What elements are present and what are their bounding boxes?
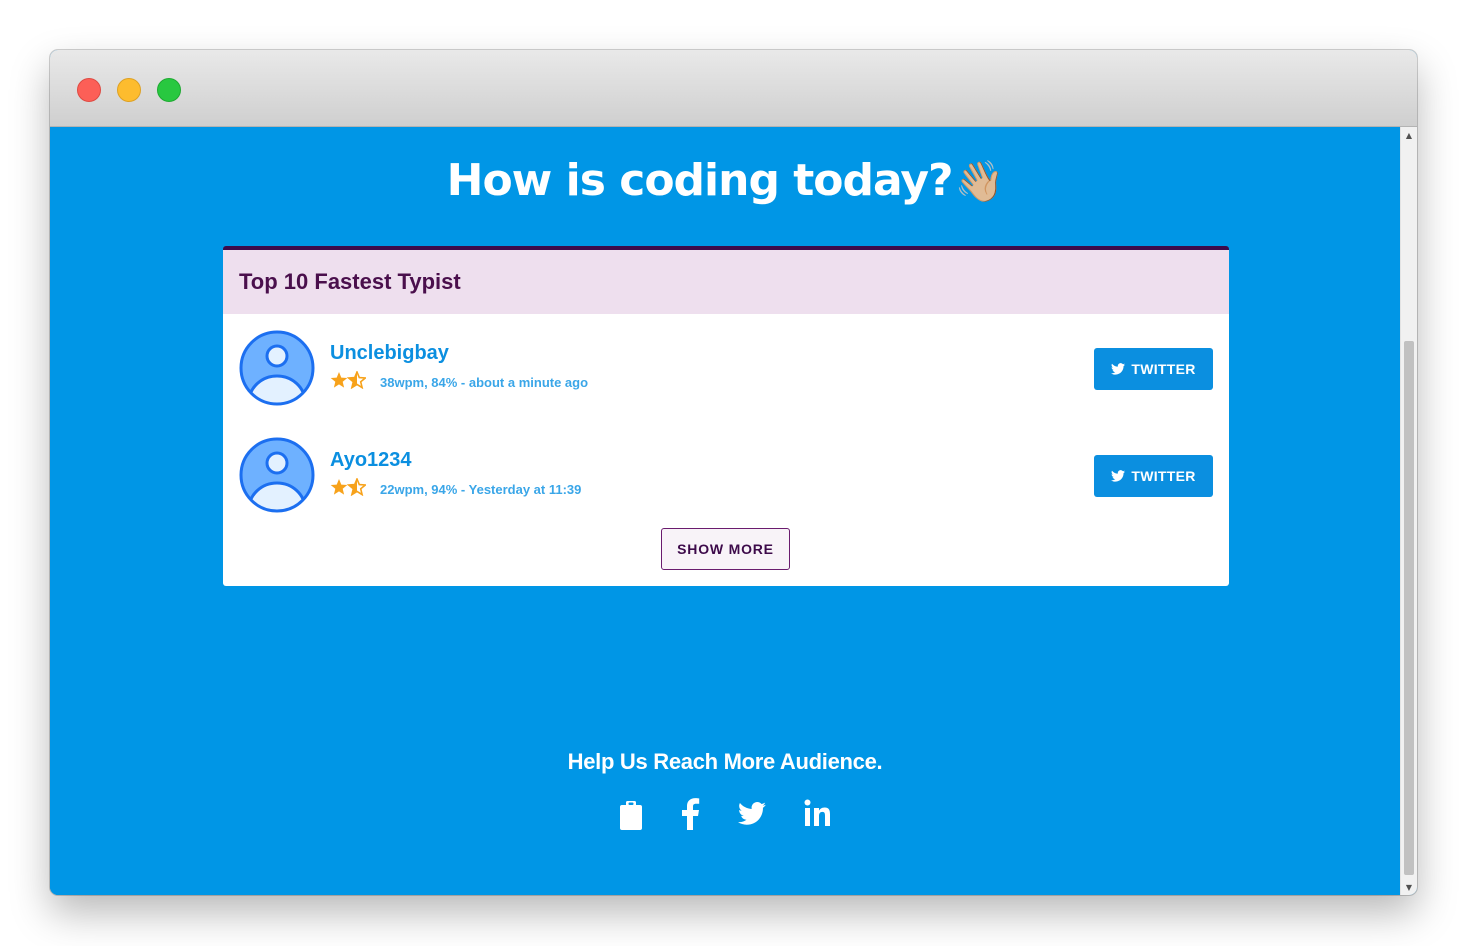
- linkedin-icon[interactable]: [803, 797, 831, 831]
- window-titlebar: [50, 50, 1417, 127]
- twitter-icon: [1111, 470, 1126, 482]
- close-window-button[interactable]: [77, 78, 101, 102]
- maximize-window-button[interactable]: [157, 78, 181, 102]
- twitter-button-label: TWITTER: [1131, 361, 1196, 377]
- avatar-icon: [239, 330, 315, 406]
- user-stats: 22wpm, 94% - Yesterday at 11:39: [380, 482, 582, 497]
- scroll-up-arrow-icon[interactable]: ▲: [1401, 127, 1417, 143]
- page-content: How is coding today?👋🏼 Top 10 Fastest Ty…: [50, 127, 1400, 895]
- user-name: Unclebigbay: [330, 342, 449, 364]
- leaderboard-card: Top 10 Fastest Typist Unclebigbay 38wpm,…: [223, 246, 1229, 586]
- leaderboard-entry: Ayo1234 22wpm, 94% - Yesterday at 11:39 …: [239, 437, 1213, 513]
- footer-cta: Help Us Reach More Audience.: [567, 749, 883, 774]
- page-heading: How is coding today?👋🏼: [50, 153, 1400, 210]
- leaderboard-title: Top 10 Fastest Typist: [239, 269, 461, 294]
- vertical-scrollbar[interactable]: ▲ ▼: [1400, 127, 1417, 895]
- scrollbar-thumb[interactable]: [1404, 341, 1414, 875]
- twitter-icon: [1111, 363, 1126, 375]
- twitter-button-label: TWITTER: [1131, 468, 1196, 484]
- user-name: Ayo1234: [330, 449, 412, 471]
- page-title: How is coding today?: [446, 155, 954, 206]
- waving-hand-icon: 👋🏼: [954, 159, 1005, 205]
- scroll-down-arrow-icon[interactable]: ▼: [1401, 879, 1417, 895]
- user-stats: 38wpm, 84% - about a minute ago: [380, 375, 589, 390]
- minimize-window-button[interactable]: [117, 78, 141, 102]
- twitter-share-button[interactable]: TWITTER: [1094, 455, 1213, 497]
- avatar-icon: [239, 437, 315, 513]
- show-more-button[interactable]: SHOW MORE: [661, 528, 790, 570]
- star-rating-icon: [330, 478, 366, 496]
- leaderboard-header: Top 10 Fastest Typist: [223, 250, 1229, 314]
- browser-window: How is coding today?👋🏼 Top 10 Fastest Ty…: [50, 50, 1417, 895]
- star-rating-icon: [330, 371, 366, 389]
- twitter-share-button[interactable]: TWITTER: [1094, 348, 1213, 390]
- facebook-icon[interactable]: [680, 797, 700, 831]
- twitter-icon[interactable]: [737, 797, 767, 831]
- clipboard-icon[interactable]: [619, 797, 643, 831]
- leaderboard-entry: Unclebigbay 38wpm, 84% - about a minute …: [239, 330, 1213, 406]
